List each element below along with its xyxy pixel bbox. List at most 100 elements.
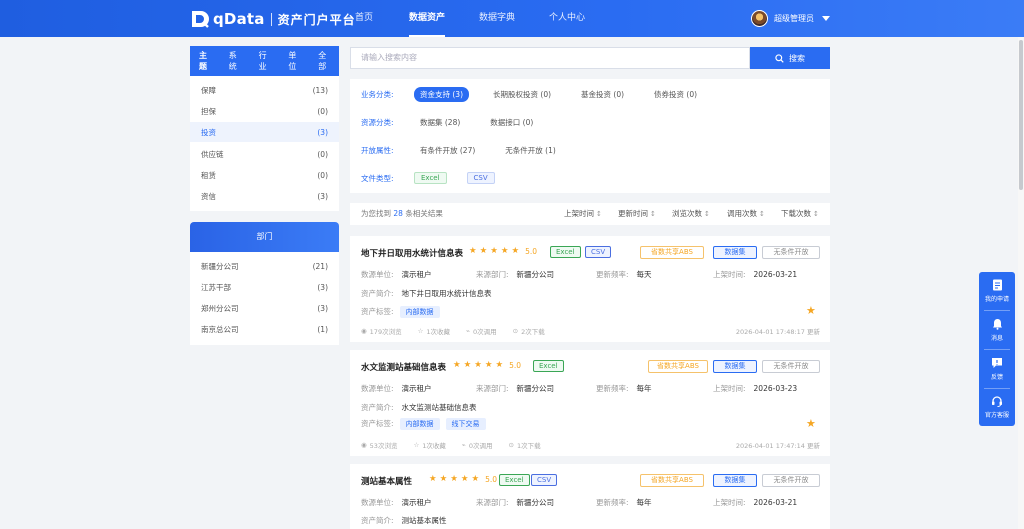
customer-service-button[interactable]: 官方客服 (979, 388, 1015, 426)
rating-score: 5.0 (509, 360, 522, 370)
department-item[interactable]: 南京总公司 (1) (190, 319, 339, 339)
meta-listed-time: 上架时间: 2026-03-23 (713, 383, 797, 394)
category-item[interactable]: 供应链 (0) (190, 144, 339, 164)
user-menu[interactable]: 超级管理员 (751, 10, 830, 27)
category-item[interactable]: 投资 (3) (190, 122, 339, 142)
filter-option[interactable]: 资金支持 (3) (414, 86, 470, 102)
department-item[interactable]: 江苏干部 (3) (190, 277, 339, 297)
tab-all[interactable]: 全部 (317, 50, 334, 72)
sort-listed-time[interactable]: 上架时间 (564, 203, 602, 225)
category-label: 供应链 (201, 149, 224, 159)
asset-title[interactable]: 水文监测站基础信息表 (361, 361, 446, 373)
search-button[interactable]: 搜索 (750, 47, 830, 69)
nav-data-dictionary[interactable]: 数据字典 (479, 0, 515, 37)
sort-calls[interactable]: 调用次数 (727, 203, 765, 225)
share-abs-button[interactable]: 省数共享ABS (640, 246, 704, 259)
category-item[interactable]: 担保 (0) (190, 101, 339, 121)
top-navbar: qData 资产门户平台 首页 数据资产 数据字典 个人中心 超级管理员 (0, 0, 1024, 37)
star-icon: ★ (463, 360, 472, 370)
filter-option[interactable]: 基金投资 (0) (575, 87, 630, 102)
filter-option[interactable]: 债券投资 (0) (648, 87, 703, 102)
asset-card[interactable]: 水文监测站基础信息表 ★ ★ ★ ★ ★ 5.0 Excel 省数共享ABS 数据集 无… (350, 350, 830, 456)
open-type-button[interactable]: 无条件开放 (762, 474, 820, 487)
scrollbar-thumb[interactable] (1019, 40, 1023, 190)
rating-stars: ★ ★ ★ ★ ★ 5.0 (469, 246, 537, 256)
meta-value: 2026-03-21 (753, 270, 798, 279)
meta-unit: 数源单位: 演示租户 (361, 497, 432, 508)
stat-text: 1次收藏 (426, 328, 451, 336)
category-item[interactable]: 保障 (13) (190, 80, 339, 100)
tab-system[interactable]: 系统 (228, 50, 245, 72)
dataset-button[interactable]: 数据集 (713, 246, 757, 259)
department-item[interactable]: 新疆分公司 (21) (190, 256, 339, 276)
search-button-label: 搜索 (789, 53, 805, 63)
category-item[interactable]: 租赁 (0) (190, 165, 339, 185)
user-name: 超级管理员 (774, 14, 814, 23)
tab-theme[interactable]: 主题 (198, 50, 215, 81)
feedback-button[interactable]: 反馈 (979, 350, 1015, 388)
sort-views[interactable]: 浏览次数 (672, 203, 710, 225)
asset-card[interactable]: 测站基本属性 ★ ★ ★ ★ ★ 5.0 Excel CSV 省数共享ABS 数据集 无… (350, 464, 830, 529)
filter-option[interactable]: 无条件开放 (1) (499, 143, 562, 158)
open-type-button[interactable]: 无条件开放 (762, 246, 820, 259)
star-icon: ★ (450, 474, 458, 484)
logo-mark-icon (192, 11, 209, 28)
filter-label: 资源分类: (361, 117, 394, 127)
department-item[interactable]: 郑州分公司 (3) (190, 298, 339, 318)
filter-option-excel[interactable]: Excel (414, 172, 447, 184)
tab-unit[interactable]: 单位 (287, 50, 304, 72)
meta-key: 上架时间: (713, 498, 746, 507)
department-label: 郑州分公司 (201, 303, 239, 313)
meta-key: 资产简介: (361, 403, 394, 412)
logo[interactable]: qData 资产门户平台 (190, 9, 356, 29)
eye-icon: ◉ (361, 441, 367, 449)
category-tabs: 主题 系统 行业 单位 全部 (190, 46, 339, 81)
category-item[interactable]: 资信 (3) (190, 186, 339, 206)
filter-option-csv[interactable]: CSV (466, 172, 495, 184)
stat-text: 53次浏览 (369, 442, 398, 450)
filter-option[interactable]: 数据接口 (0) (484, 115, 539, 130)
share-abs-button[interactable]: 省数共享ABS (648, 360, 708, 373)
tab-industry[interactable]: 行业 (258, 50, 275, 72)
result-prefix: 为您找到 (361, 209, 391, 218)
department-count: (21) (312, 261, 328, 271)
floatbar-label: 我的申请 (984, 296, 1009, 303)
category-list: 保障 (13) 担保 (0) 投资 (3) 供应链 (0) 租赁 (0) 资信 (3) (190, 76, 339, 211)
stat-text: 0次调用 (472, 328, 497, 336)
department-label: 江苏干部 (201, 282, 231, 292)
nav-data-assets[interactable]: 数据资产 (409, 0, 446, 37)
nav-personal-center[interactable]: 个人中心 (549, 0, 585, 37)
dataset-button[interactable]: 数据集 (713, 360, 757, 373)
star-icon: ★ (500, 246, 509, 256)
filter-option[interactable]: 有条件开放 (27) (414, 143, 481, 158)
favorite-star-icon[interactable]: ★ (806, 418, 818, 430)
asset-title[interactable]: 测站基本属性 (361, 475, 412, 487)
asset-card[interactable]: 地下井日取用水统计信息表 ★ ★ ★ ★ ★ 5.0 Excel CSV 省数共享ABS… (350, 236, 830, 342)
asset-label-chip: 线下交易 (445, 418, 486, 430)
asset-label-chip: 内部数据 (399, 306, 440, 318)
filter-option[interactable]: 长期股权投资 (0) (487, 87, 557, 102)
nav-home[interactable]: 首页 (355, 0, 373, 37)
filter-option[interactable]: 数据集 (28) (414, 115, 466, 130)
meta-value: 2026-03-21 (753, 498, 798, 507)
favorite-star-icon[interactable]: ★ (806, 305, 818, 317)
asset-title[interactable]: 地下井日取用水统计信息表 (361, 247, 463, 259)
sort-downloads[interactable]: 下载次数 (781, 203, 819, 225)
department-count: (3) (317, 303, 328, 313)
search-input[interactable]: 请输入搜索内容 (350, 47, 750, 69)
department-list: 新疆分公司 (21) 江苏干部 (3) 郑州分公司 (3) 南京总公司 (1) (190, 252, 339, 345)
dataset-button[interactable]: 数据集 (713, 474, 757, 487)
meta-value: 每年 (636, 384, 652, 393)
share-abs-button[interactable]: 省数共享ABS (640, 474, 704, 487)
star-icon: ★ (474, 360, 482, 370)
open-type-button[interactable]: 无条件开放 (762, 360, 820, 373)
meta-key: 上架时间: (713, 384, 746, 393)
meta-description: 资产简介: 测站基本属性 (361, 515, 447, 526)
updated-time: 2026-04-01 17:48:17 更新 (735, 328, 820, 336)
filter-panel: 业务分类: 资金支持 (3) 长期股权投资 (0) 基金投资 (0) 债券投资 … (350, 79, 830, 193)
meta-key: 更新频率: (596, 498, 629, 507)
meta-listed-time: 上架时间: 2026-03-21 (713, 269, 797, 280)
my-applications-button[interactable]: 我的申请 (979, 272, 1015, 310)
sort-update-time[interactable]: 更新时间 (618, 203, 656, 225)
messages-button[interactable]: 消息 (979, 311, 1015, 349)
